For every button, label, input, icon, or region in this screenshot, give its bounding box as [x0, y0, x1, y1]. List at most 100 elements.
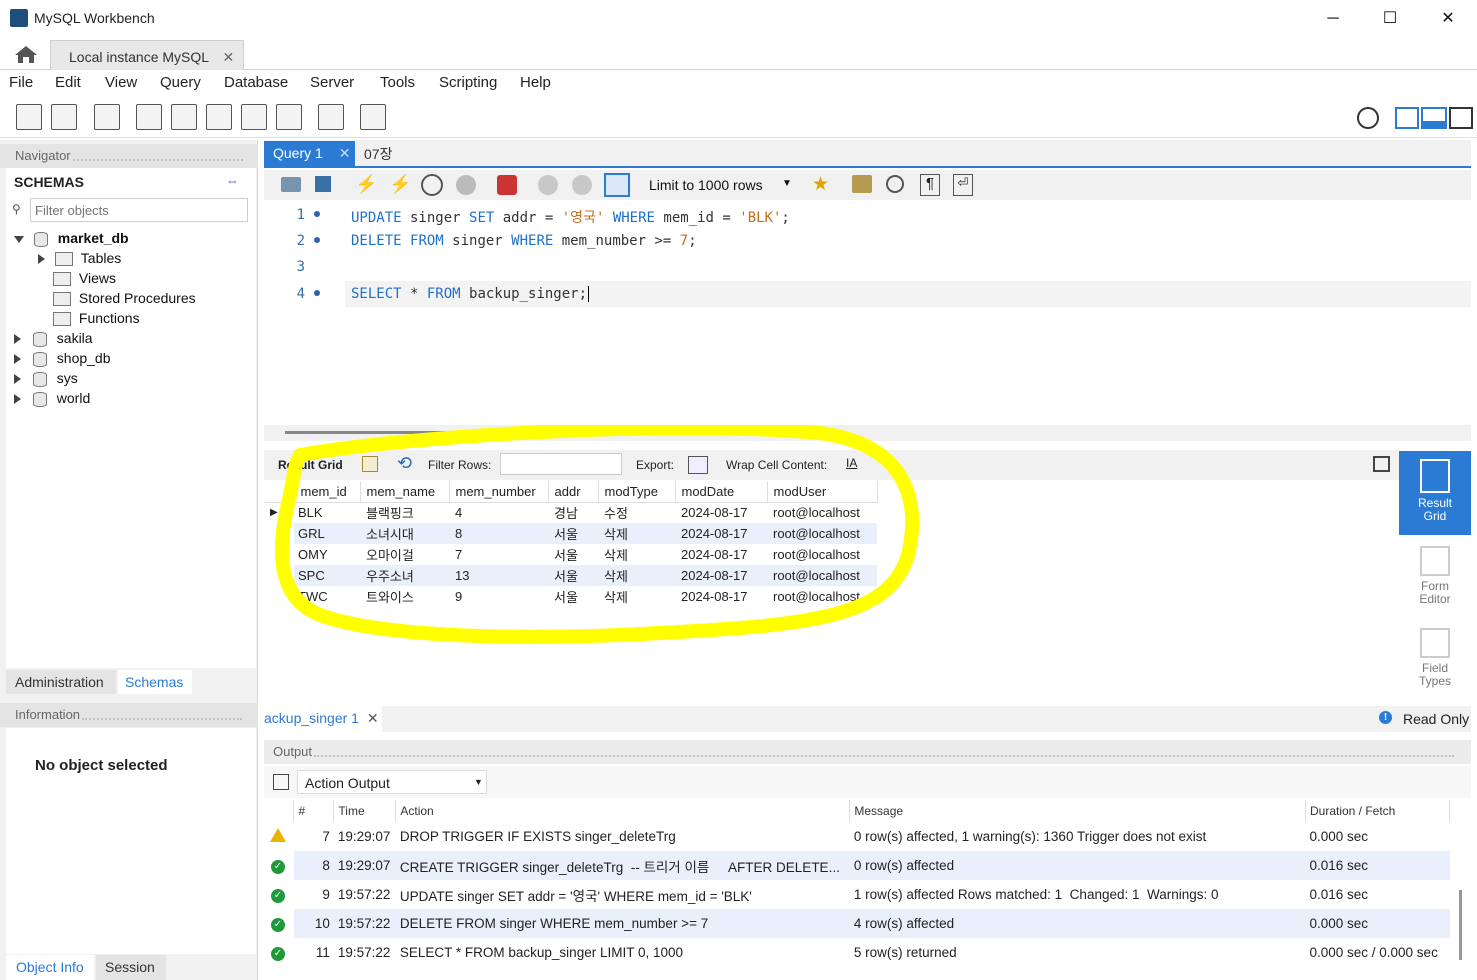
tree-item-label: Views [78, 270, 116, 286]
execute-current-icon[interactable]: ⚡ [389, 174, 411, 195]
create-table-icon[interactable] [171, 104, 197, 130]
editor-tab-close-icon[interactable]: ✕ [339, 145, 351, 161]
field-types-icon [1420, 628, 1450, 658]
column-header[interactable]: Duration / Fetch [1305, 800, 1451, 822]
connection-tab-close-icon[interactable]: ✕ [222, 49, 234, 65]
tree-item-sys[interactable]: sys [14, 370, 78, 387]
menu-scripting[interactable]: Scripting [439, 74, 497, 91]
statement-marker-icon [314, 290, 320, 296]
limit-rows-select[interactable]: Limit to 1000 rows ▼ [642, 174, 797, 196]
open-inspector-icon[interactable] [94, 104, 120, 130]
refresh-schemas-icon[interactable]: ⇔ [226, 173, 239, 188]
output-row[interactable]: ✓ 9 19:57:22 UPDATE singer SET addr = '영… [264, 880, 1450, 909]
output-row[interactable]: ✓ 10 19:57:22 DELETE FROM singer WHERE m… [264, 909, 1450, 938]
menu-database[interactable]: Database [224, 74, 288, 91]
output-vertical-scrollbar[interactable] [1459, 890, 1462, 960]
column-header[interactable]: # [293, 800, 335, 822]
close-window-button[interactable]: ✕ [1425, 4, 1471, 34]
tab-object-info[interactable]: Object Info [6, 955, 94, 980]
maximize-button[interactable]: ☐ [1367, 4, 1413, 34]
menu-bar [0, 70, 1477, 98]
field-types-side-button[interactable]: Field Types [1399, 624, 1471, 696]
open-file-icon[interactable] [281, 177, 301, 192]
minimize-button[interactable]: ─ [1310, 4, 1356, 34]
create-view-icon[interactable] [206, 104, 232, 130]
editor-tab-07[interactable]: 07장 [364, 144, 392, 164]
toggle-panel-icon[interactable] [1373, 456, 1390, 472]
connection-tab[interactable]: Local instance MySQL ✕ [50, 40, 244, 70]
expand-arrow-icon[interactable] [14, 235, 24, 243]
new-sql-tab-icon[interactable] [16, 104, 42, 130]
tree-item-functions[interactable]: Functions [53, 310, 140, 327]
result-grid-side-label: Result Grid [1417, 496, 1452, 523]
tree-item-tables[interactable]: Tables [38, 250, 121, 267]
add-snippet-icon[interactable]: ★ [812, 173, 829, 196]
result-tab[interactable]: ackup_singer 1 ✕ [264, 706, 382, 732]
expand-arrow-icon[interactable] [14, 334, 21, 345]
create-schema-icon[interactable] [136, 104, 162, 130]
create-procedure-icon[interactable] [241, 104, 267, 130]
menu-file[interactable]: File [9, 74, 33, 91]
search-table-data-icon[interactable] [318, 104, 344, 130]
menu-tools[interactable]: Tools [380, 74, 415, 91]
output-action: DROP TRIGGER IF EXISTS singer_deleteTrg [399, 829, 676, 844]
output-row[interactable]: ✓ 11 19:57:22 SELECT * FROM backup_singe… [264, 938, 1450, 967]
save-file-icon[interactable] [315, 176, 331, 192]
output-type-select[interactable]: Action Output ▼ [297, 770, 487, 794]
form-editor-side-button[interactable]: Form Editor [1399, 540, 1471, 612]
tree-item-market-db[interactable]: market_db [14, 230, 129, 247]
commit-icon[interactable] [538, 175, 558, 195]
tab-session[interactable]: Session [96, 955, 166, 980]
find-icon[interactable] [886, 175, 904, 193]
tab-schemas[interactable]: Schemas [118, 670, 192, 694]
beautify-icon[interactable] [852, 175, 872, 193]
explain-icon[interactable] [421, 174, 443, 196]
expand-arrow-icon[interactable] [14, 394, 21, 405]
tree-item-stored-procedures[interactable]: Stored Procedures [53, 290, 196, 307]
column-header[interactable]: Action [395, 800, 851, 822]
chevron-down-icon: ▼ [782, 178, 792, 189]
output-row[interactable]: 7 19:29:07 DROP TRIGGER IF EXISTS singer… [264, 822, 1450, 851]
tree-item-sakila[interactable]: sakila [14, 330, 93, 347]
menu-view[interactable]: View [105, 74, 137, 91]
stop-icon[interactable] [456, 175, 476, 195]
expand-arrow-icon[interactable] [14, 374, 21, 385]
connection-tab-label: Local instance MySQL [69, 49, 209, 65]
toggle-secondary-sidebar-icon[interactable] [1449, 107, 1473, 129]
expand-arrow-icon[interactable] [14, 354, 21, 365]
expand-arrow-icon[interactable] [38, 254, 45, 265]
settings-icon[interactable] [1357, 107, 1379, 129]
result-grid-side-button[interactable]: Result Grid [1399, 451, 1471, 535]
create-function-icon[interactable] [276, 104, 302, 130]
editor-tab-strip [264, 140, 1471, 168]
column-header[interactable]: Message [849, 800, 1306, 822]
toggle-sidebar-icon[interactable] [1395, 107, 1419, 129]
editor-tab-query-1[interactable]: Query 1 ✕ [264, 141, 355, 166]
tab-administration[interactable]: Administration [6, 670, 116, 694]
autocommit-icon[interactable] [604, 173, 630, 197]
menu-query[interactable]: Query [160, 74, 201, 91]
tree-item-views[interactable]: Views [53, 270, 116, 287]
open-sql-script-icon[interactable] [51, 104, 77, 130]
column-header[interactable]: Time [333, 800, 397, 822]
wrap-lines-icon[interactable]: ⏎ [953, 174, 973, 196]
result-tab-close-icon[interactable]: ✕ [367, 710, 379, 726]
rollback-icon[interactable] [572, 175, 592, 195]
menu-edit[interactable]: Edit [55, 74, 81, 91]
tree-item-shop-db[interactable]: shop_db [14, 350, 111, 367]
output-row[interactable]: ✓ 8 19:29:07 CREATE TRIGGER singer_delet… [264, 851, 1450, 880]
tree-item-world[interactable]: world [14, 390, 90, 407]
toggle-output-icon[interactable] [1421, 107, 1447, 129]
reconnect-icon[interactable] [360, 104, 386, 130]
menu-server[interactable]: Server [310, 74, 354, 91]
invisible-chars-icon[interactable]: ¶ [920, 174, 940, 196]
menu-help[interactable]: Help [520, 74, 551, 91]
filter-objects-input[interactable] [30, 198, 248, 222]
toggle-error-icon[interactable] [497, 175, 517, 195]
home-icon[interactable] [13, 44, 39, 64]
filter-search-icon: ⚲ [12, 202, 21, 216]
copy-output-icon[interactable] [273, 774, 289, 790]
execute-icon[interactable]: ⚡ [355, 174, 377, 195]
